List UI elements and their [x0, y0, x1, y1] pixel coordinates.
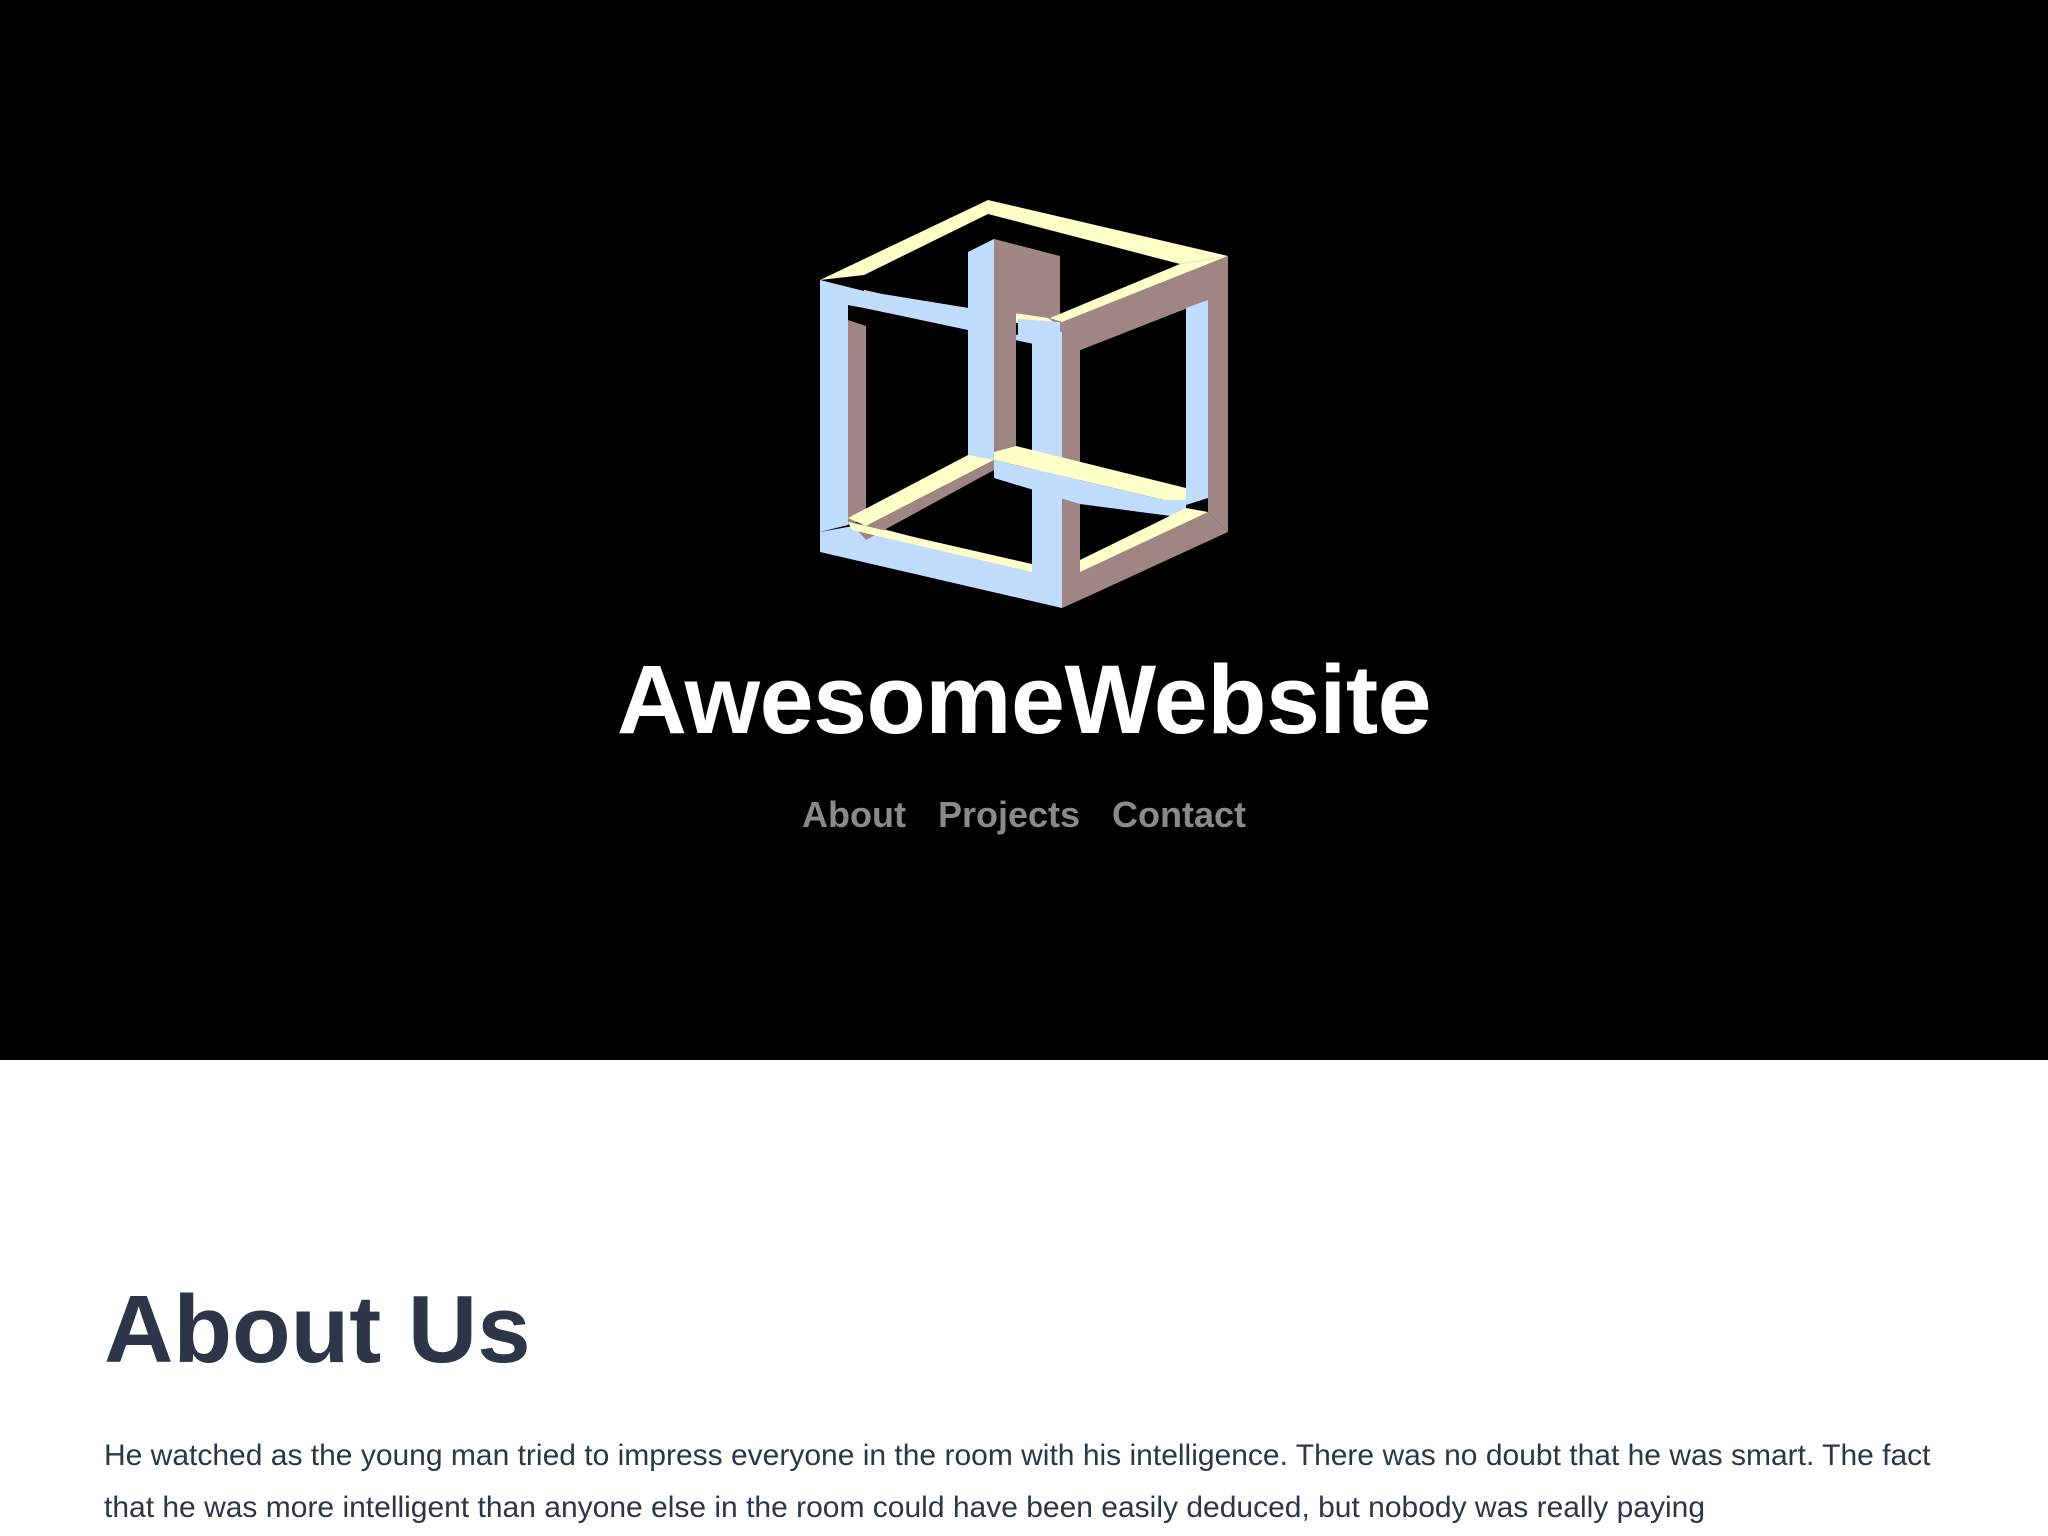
logo	[0, 0, 2048, 640]
nav-link-projects[interactable]: Projects	[938, 790, 1080, 840]
about-section: About Us He watched as the young man tri…	[104, 1270, 1944, 1534]
about-text: He watched as the young man tried to imp…	[104, 1439, 1931, 1524]
nav-link-about[interactable]: About	[802, 790, 906, 840]
impossible-cube-icon	[820, 200, 1228, 608]
nav-link-contact[interactable]: Contact	[1112, 790, 1246, 840]
site-title: AwesomeWebsite	[616, 645, 1432, 754]
main-nav: About Projects Contact	[0, 790, 2048, 840]
about-heading: About Us	[104, 1276, 531, 1383]
hero-header: AwesomeWebsite About Projects Contact	[0, 0, 2048, 1060]
